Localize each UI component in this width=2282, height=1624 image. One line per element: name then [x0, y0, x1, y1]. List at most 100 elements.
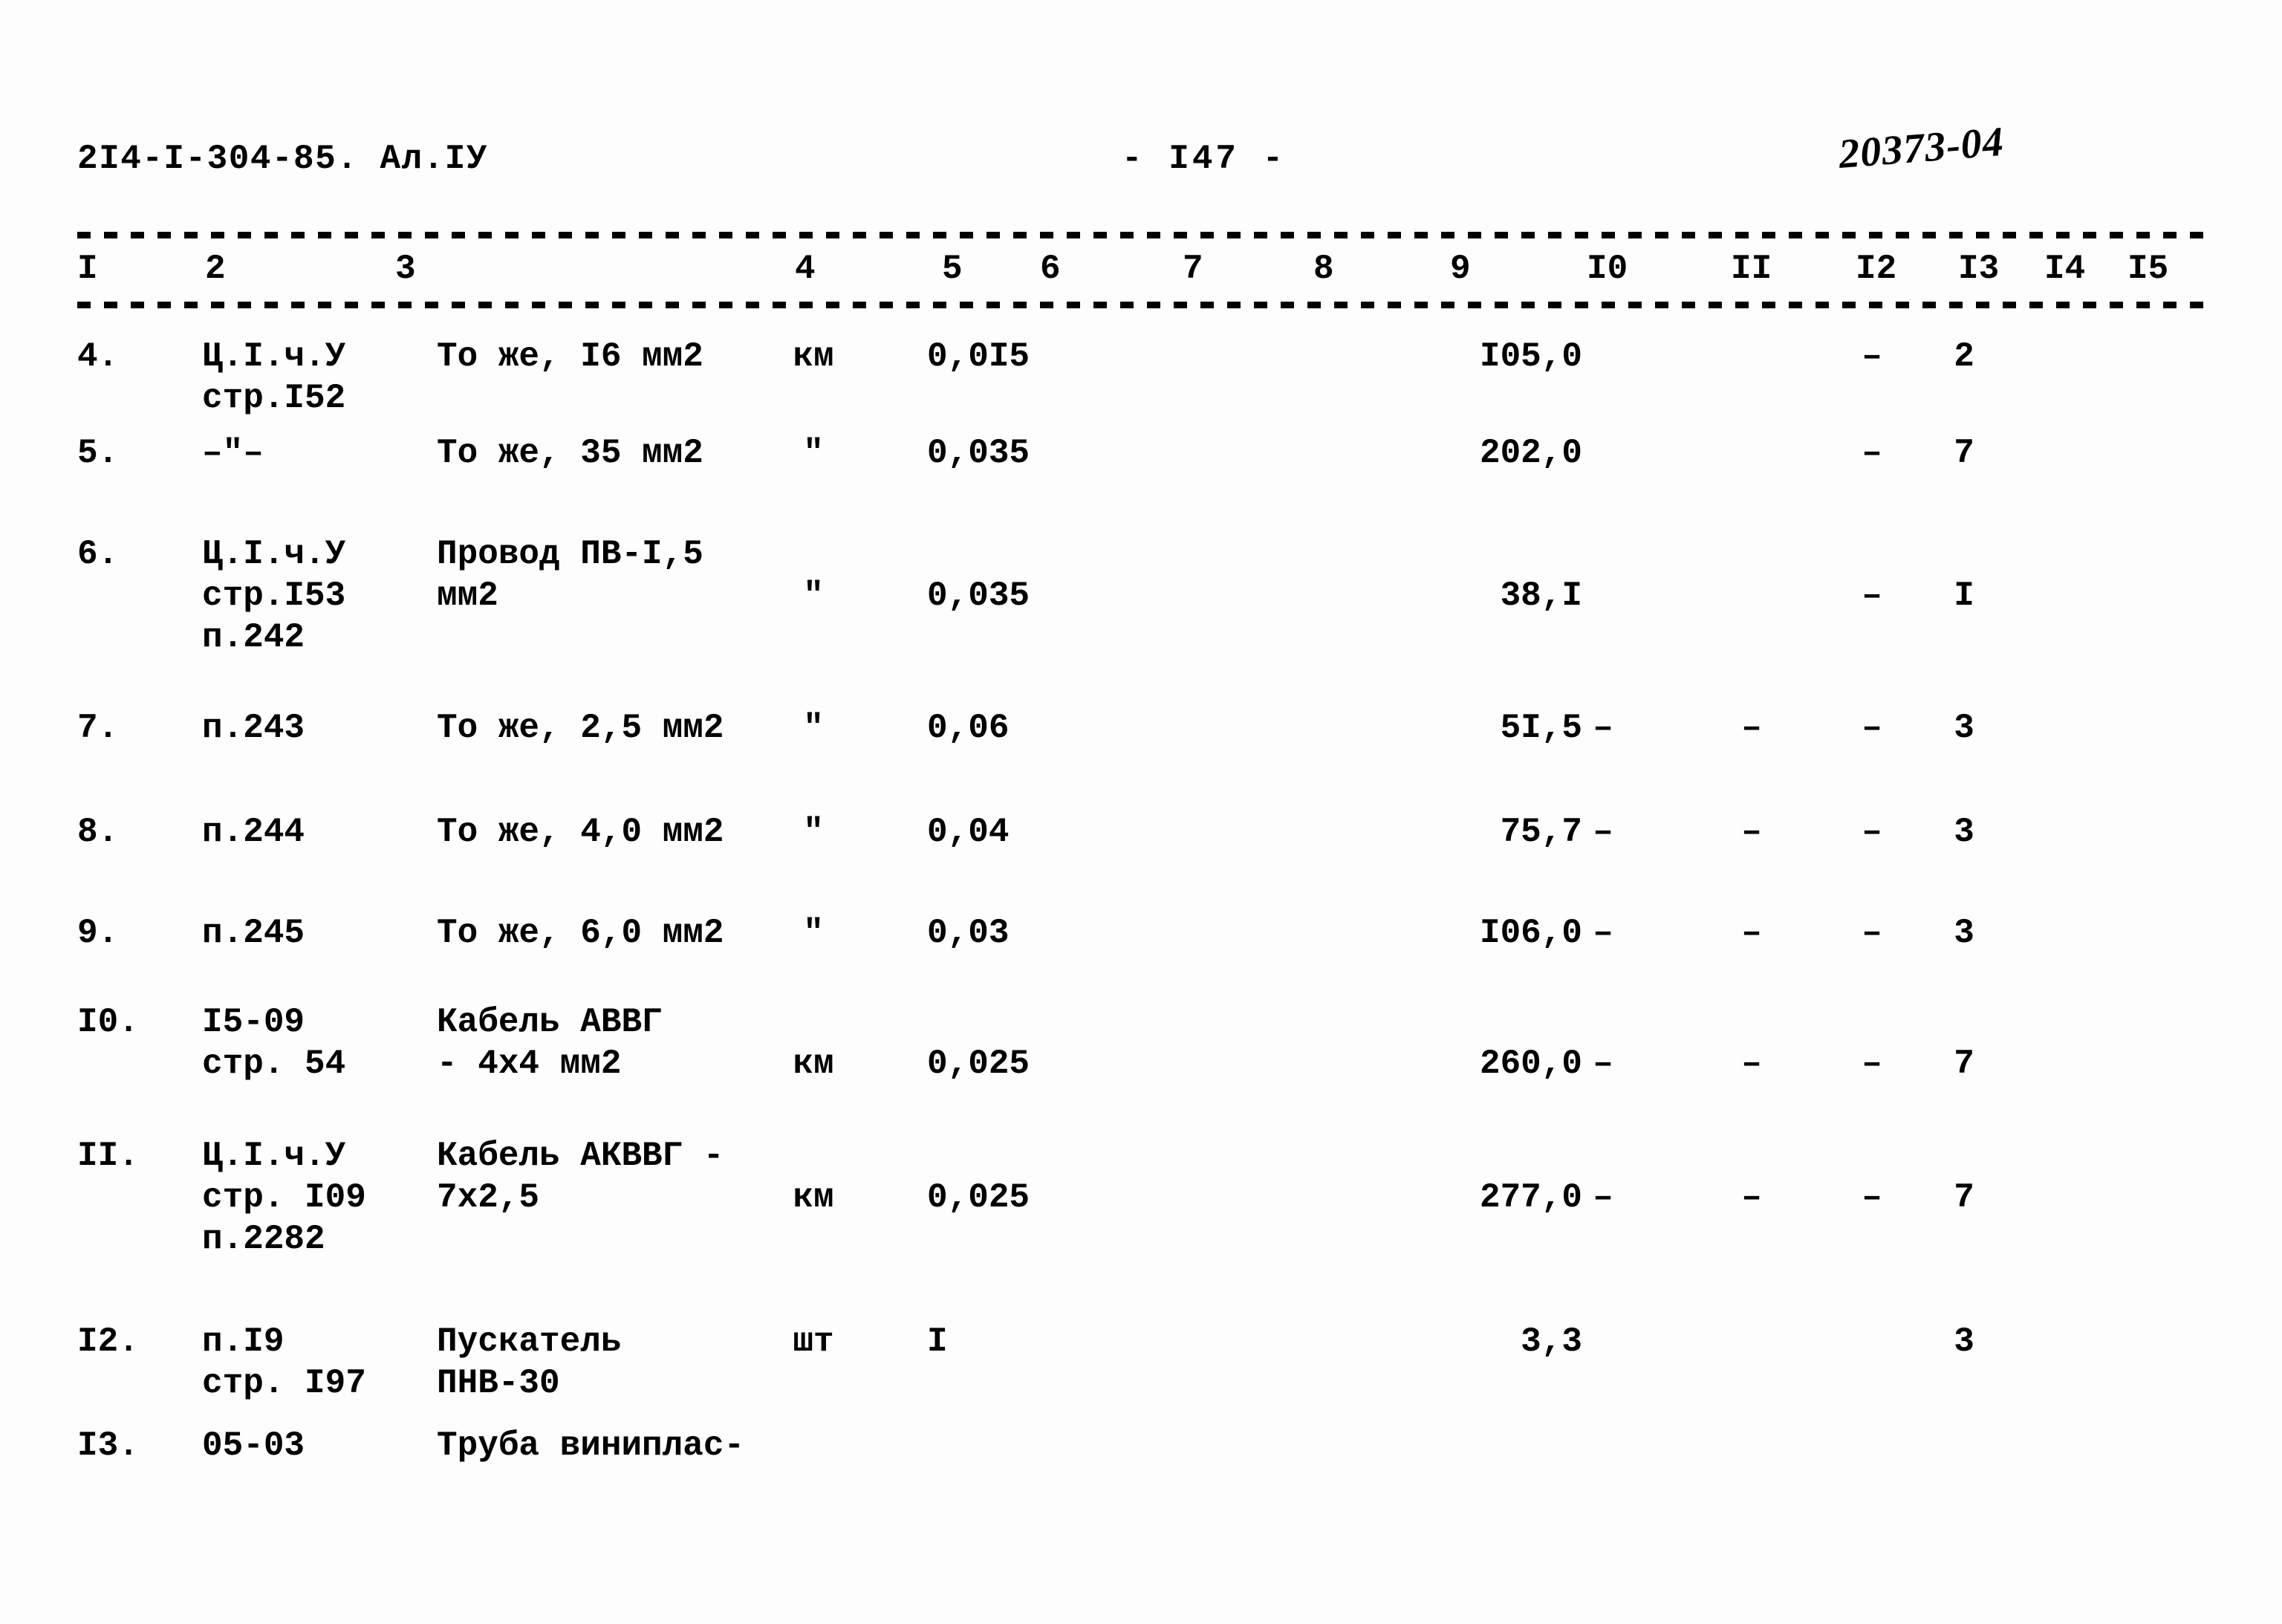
table-rule-top — [77, 232, 2205, 238]
row-col12-7: – — [1862, 1178, 1882, 1217]
row-reference-8: п.I9 стр. I97 — [202, 1322, 366, 1403]
row-col13-8: 3 — [1954, 1322, 1974, 1361]
row-value-col9-3: 5I,5 — [1500, 709, 1582, 747]
column-header-8: 8 — [1313, 250, 1334, 288]
row-value-col9-1: 202,0 — [1479, 434, 1582, 472]
row-col12-1: – — [1862, 434, 1882, 472]
row-number-8: I2. — [77, 1322, 139, 1361]
row-number-4: 8. — [77, 813, 119, 851]
row-col13-1: 7 — [1954, 434, 1974, 472]
row-value-col9-7: 277,0 — [1479, 1178, 1582, 1217]
column-header-6: 6 — [1040, 250, 1061, 288]
row-quantity-4: 0,04 — [927, 813, 1010, 851]
row-name-7: Кабель АКВВГ - 7х2,5 — [437, 1137, 724, 1217]
row-reference-4: п.244 — [202, 813, 305, 851]
column-header-2: 2 — [205, 250, 226, 288]
row-quantity-7: 0,025 — [927, 1178, 1030, 1217]
row-name-8: Пускатель ПНВ-30 — [437, 1322, 622, 1403]
row-unit-8: шт — [793, 1322, 834, 1361]
row-value-col9-0: I05,0 — [1479, 337, 1582, 376]
row-col11-4: – — [1741, 813, 1762, 851]
row-value-col9-8: 3,3 — [1521, 1322, 1582, 1361]
column-header-14: I4 — [2044, 250, 2086, 288]
row-value-col9-5: I06,0 — [1479, 914, 1582, 952]
column-header-11: II — [1731, 250, 1772, 288]
row-unit-1: " — [803, 434, 824, 472]
row-col12-3: – — [1862, 709, 1882, 747]
column-header-10: I0 — [1587, 250, 1628, 288]
row-number-6: I0. — [77, 1003, 139, 1042]
row-col13-6: 7 — [1954, 1045, 1974, 1083]
row-name-1: То же, 35 мм2 — [437, 434, 703, 472]
row-quantity-3: 0,06 — [927, 709, 1010, 747]
column-header-15: I5 — [2127, 250, 2169, 288]
column-header-7: 7 — [1183, 250, 1203, 288]
row-reference-3: п.243 — [202, 709, 305, 747]
row-unit-3: " — [803, 709, 824, 747]
row-number-1: 5. — [77, 434, 119, 472]
row-number-3: 7. — [77, 709, 119, 747]
row-col13-7: 7 — [1954, 1178, 1974, 1217]
row-col13-0: 2 — [1954, 337, 1974, 376]
row-reference-2: Ц.I.ч.У стр.I53 п.242 — [202, 535, 346, 657]
row-col12-6: – — [1862, 1045, 1882, 1083]
row-col12-4: – — [1862, 813, 1882, 851]
row-number-7: II. — [77, 1137, 139, 1175]
row-value-col9-4: 75,7 — [1500, 813, 1582, 851]
row-col10-3: – — [1593, 709, 1613, 747]
row-reference-0: Ц.I.ч.У стр.I52 — [202, 337, 346, 418]
column-header-1: I — [77, 250, 98, 288]
row-quantity-2: 0,035 — [927, 576, 1030, 615]
row-name-4: То же, 4,0 мм2 — [437, 813, 724, 851]
row-reference-6: I5-09 стр. 54 — [202, 1003, 346, 1083]
row-col13-2: I — [1954, 576, 1974, 615]
row-col11-3: – — [1741, 709, 1762, 747]
row-col11-5: – — [1741, 914, 1762, 952]
row-name-5: То же, 6,0 мм2 — [437, 914, 724, 952]
column-header-12: I2 — [1856, 250, 1897, 288]
row-col11-6: – — [1741, 1045, 1762, 1083]
column-header-5: 5 — [942, 250, 963, 288]
row-quantity-5: 0,03 — [927, 914, 1010, 952]
row-name-6: Кабель АВВГ - 4х4 мм2 — [437, 1003, 663, 1083]
row-value-col9-2: 38,I — [1500, 576, 1582, 615]
row-number-5: 9. — [77, 914, 119, 952]
row-col12-5: – — [1862, 914, 1882, 952]
row-number-2: 6. — [77, 535, 119, 574]
column-header-3: 3 — [395, 250, 416, 288]
handwritten-stamp: 20373-04 — [1837, 118, 2006, 178]
document-code: 2I4-I-304-85. Ал.IУ — [77, 140, 488, 178]
row-number-9: I3. — [77, 1426, 139, 1465]
column-header-4: 4 — [795, 250, 816, 288]
column-header-9: 9 — [1450, 250, 1471, 288]
row-value-col9-6: 260,0 — [1479, 1045, 1582, 1083]
table-rule-bottom — [77, 302, 2205, 308]
row-name-3: То же, 2,5 мм2 — [437, 709, 724, 747]
row-col10-5: – — [1593, 914, 1613, 952]
page-number: - I47 - — [1122, 140, 1287, 178]
row-col13-5: 3 — [1954, 914, 1974, 952]
row-name-9: Труба виниплас- — [437, 1426, 745, 1465]
row-col13-3: 3 — [1954, 709, 1974, 747]
row-unit-2: " — [803, 576, 824, 615]
row-col10-6: – — [1593, 1045, 1613, 1083]
row-reference-5: п.245 — [202, 914, 305, 952]
row-unit-6: км — [793, 1045, 834, 1083]
row-col12-0: – — [1862, 337, 1882, 376]
row-reference-9: 05-03 — [202, 1426, 305, 1465]
row-number-0: 4. — [77, 337, 119, 376]
row-unit-0: км — [793, 337, 834, 376]
row-quantity-8: I — [927, 1322, 948, 1361]
row-unit-5: " — [803, 914, 824, 952]
row-reference-7: Ц.I.ч.У стр. I09 п.2282 — [202, 1137, 366, 1258]
row-unit-4: " — [803, 813, 824, 851]
row-col10-4: – — [1593, 813, 1613, 851]
row-name-2: Провод ПВ-I,5 мм2 — [437, 535, 703, 615]
row-col12-2: – — [1862, 576, 1882, 615]
row-quantity-6: 0,025 — [927, 1045, 1030, 1083]
row-reference-1: –"– — [202, 434, 264, 472]
row-name-0: То же, I6 мм2 — [437, 337, 703, 376]
row-col11-7: – — [1741, 1178, 1762, 1217]
row-quantity-0: 0,0I5 — [927, 337, 1030, 376]
row-unit-7: км — [793, 1178, 834, 1217]
